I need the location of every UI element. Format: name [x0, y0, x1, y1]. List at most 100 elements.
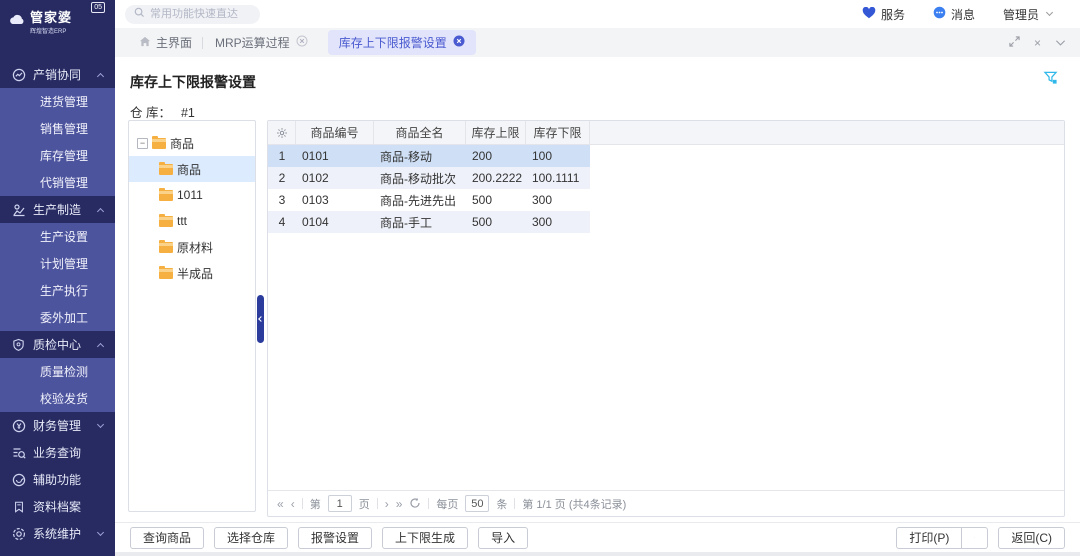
tab-close-icon[interactable] — [453, 35, 465, 50]
sidebar-item-zhixing[interactable]: 生产执行 — [0, 277, 115, 304]
first-page-button[interactable]: « — [277, 498, 284, 510]
heart-icon — [862, 7, 876, 22]
sidebar-item-daixiao[interactable]: 代销管理 — [0, 169, 115, 196]
sidebar: 管家婆 辉煌智造ERP 05 产销协同 进货管理 销售管理 库存管理 代销管理 … — [0, 0, 115, 556]
tree-item-goods[interactable]: 商品 — [129, 156, 255, 182]
tab-close-icon[interactable] — [296, 35, 308, 50]
chart-circle-icon — [11, 67, 26, 82]
sidebar-group-chanxiao[interactable]: 产销协同 — [0, 61, 115, 88]
home-icon — [139, 36, 151, 50]
tab-mrp[interactable]: MRP运算过程 — [203, 28, 320, 57]
gear-icon — [11, 526, 26, 541]
sidebar-group-shengchan[interactable]: 生产制造 — [0, 196, 115, 223]
tree-item-ttt[interactable]: ttt — [129, 208, 255, 234]
next-page-button[interactable]: › — [385, 498, 389, 510]
sidebar-menu: 产销协同 进货管理 销售管理 库存管理 代销管理 生产制造 生产设置 计划管理 … — [0, 61, 115, 547]
main-panel: 库存上下限报警设置 仓 库： #1 − 商品 商品 1011 ttt 原材料 — [115, 57, 1080, 522]
refresh-icon[interactable] — [409, 497, 421, 511]
sidebar-group-zhijian[interactable]: 质检中心 — [0, 331, 115, 358]
chevron-up-icon — [97, 72, 104, 79]
tab-active-inventory-limits[interactable]: 库存上下限报警设置 — [328, 30, 476, 55]
chevron-down-icon — [97, 421, 104, 428]
table-header-row: 商品编号 商品全名 库存上限 库存下限 — [268, 121, 1064, 145]
tree-collapse-handle[interactable] — [257, 295, 264, 343]
sidebar-item-zhiliang[interactable]: 质量检测 — [0, 358, 115, 385]
coin-icon — [11, 418, 26, 433]
sidebar-item-kucun[interactable]: 库存管理 — [0, 142, 115, 169]
table-row[interactable]: 4 0104 商品-手工 500 300 — [268, 211, 590, 233]
warehouse-label: 仓 库： — [130, 106, 171, 120]
search-icon — [134, 7, 145, 21]
sidebar-group-xitong[interactable]: 系统维护 — [0, 520, 115, 547]
table-row[interactable]: 2 0102 商品-移动批次 200.2222 100.1111 — [268, 167, 590, 189]
print-button[interactable]: 打印(P) — [896, 527, 962, 549]
page-title: 库存上下限报警设置 — [130, 72, 256, 92]
top-header: 服务 消息 管理员 — [115, 0, 1080, 28]
tree-item-raw-materials[interactable]: 原材料 — [129, 234, 255, 260]
sidebar-group-caiwu[interactable]: 财务管理 — [0, 412, 115, 439]
table-row[interactable]: 3 0103 商品-先进先出 500 300 — [268, 189, 590, 211]
pagination-bar: « ‹ 第 页 › » 每页 条 第 1/1 页 (共4条记录) — [268, 490, 1064, 516]
last-page-button[interactable]: » — [396, 498, 403, 510]
folder-icon — [159, 164, 173, 175]
app-logo[interactable]: 管家婆 辉煌智造ERP 05 — [0, 0, 115, 39]
page-number-input[interactable] — [328, 495, 352, 512]
folder-icon — [159, 268, 173, 279]
filter-funnel-icon[interactable] — [1043, 70, 1058, 88]
cloud-logo-icon — [8, 14, 26, 28]
warehouse-field: 仓 库： #1 — [130, 102, 195, 121]
chevron-up-icon — [97, 207, 104, 214]
col-header-name[interactable]: 商品全名 — [374, 121, 466, 144]
col-header-code[interactable]: 商品编号 — [296, 121, 374, 144]
quick-search[interactable] — [125, 5, 260, 24]
category-tree: − 商品 商品 1011 ttt 原材料 半成品 — [128, 120, 256, 512]
sidebar-item-jihua[interactable]: 计划管理 — [0, 250, 115, 277]
sidebar-group-fuzhu[interactable]: 辅助功能 — [0, 466, 115, 493]
warehouse-value: #1 — [181, 106, 195, 120]
sidebar-item-jiaoyan[interactable]: 校验发货 — [0, 385, 115, 412]
action-bar: 查询商品 选择仓库 报警设置 上下限生成 导入 打印(P) 返回(C) — [115, 522, 1080, 552]
select-warehouse-button[interactable]: 选择仓库 — [214, 527, 288, 549]
page-label: 第 — [310, 496, 321, 512]
perpage-label: 每页 — [436, 496, 458, 512]
sidebar-item-shengchan-shezhi[interactable]: 生产设置 — [0, 223, 115, 250]
col-header-upper[interactable]: 库存上限 — [466, 121, 526, 144]
shield-icon — [11, 337, 26, 352]
back-button[interactable]: 返回(C) — [998, 527, 1065, 549]
prev-page-button[interactable]: ‹ — [291, 498, 295, 510]
sidebar-group-ziliao[interactable]: 资料档案 — [0, 493, 115, 520]
close-all-tabs-icon[interactable]: × — [1034, 36, 1041, 50]
collapse-box-icon[interactable]: − — [137, 138, 148, 149]
expand-tabs-icon[interactable] — [1009, 36, 1020, 50]
tab-home[interactable]: 主界面 — [129, 34, 202, 51]
search-input[interactable] — [150, 8, 251, 20]
chevron-down-icon — [1046, 9, 1053, 16]
tab-bar: 主界面 MRP运算过程 库存上下限报警设置 × — [115, 28, 1080, 57]
generate-limits-button[interactable]: 上下限生成 — [382, 527, 468, 549]
logo-subtitle: 辉煌智造ERP — [30, 26, 72, 35]
tree-item-1011[interactable]: 1011 — [129, 182, 255, 208]
sidebar-item-jinhuo[interactable]: 进货管理 — [0, 88, 115, 115]
logo-version-badge: 05 — [91, 2, 105, 13]
worker-icon — [11, 202, 26, 217]
service-menu[interactable]: 服务 — [852, 6, 915, 23]
tree-root-goods[interactable]: − 商品 — [129, 130, 255, 156]
user-menu[interactable]: 管理员 — [993, 6, 1062, 23]
print-dropdown-button[interactable] — [962, 527, 988, 549]
logo-title: 管家婆 — [30, 7, 72, 26]
tab-list-chevron-icon[interactable] — [1055, 36, 1066, 50]
message-menu[interactable]: 消息 — [923, 6, 985, 23]
pagination-summary: 第 1/1 页 (共4条记录) — [522, 496, 626, 512]
col-header-lower[interactable]: 库存下限 — [526, 121, 590, 144]
import-button[interactable]: 导入 — [478, 527, 528, 549]
column-settings-gear-icon[interactable] — [268, 121, 296, 144]
table-row[interactable]: 1 0101 商品-移动 200 100 — [268, 145, 590, 167]
alarm-settings-button[interactable]: 报警设置 — [298, 527, 372, 549]
sidebar-item-xiaoshou[interactable]: 销售管理 — [0, 115, 115, 142]
sidebar-item-weiwai[interactable]: 委外加工 — [0, 304, 115, 331]
tree-item-semi-finished[interactable]: 半成品 — [129, 260, 255, 286]
folder-icon — [152, 138, 166, 149]
query-goods-button[interactable]: 查询商品 — [130, 527, 204, 549]
sidebar-group-yewuchaxun[interactable]: 业务查询 — [0, 439, 115, 466]
perpage-input[interactable] — [465, 495, 489, 512]
